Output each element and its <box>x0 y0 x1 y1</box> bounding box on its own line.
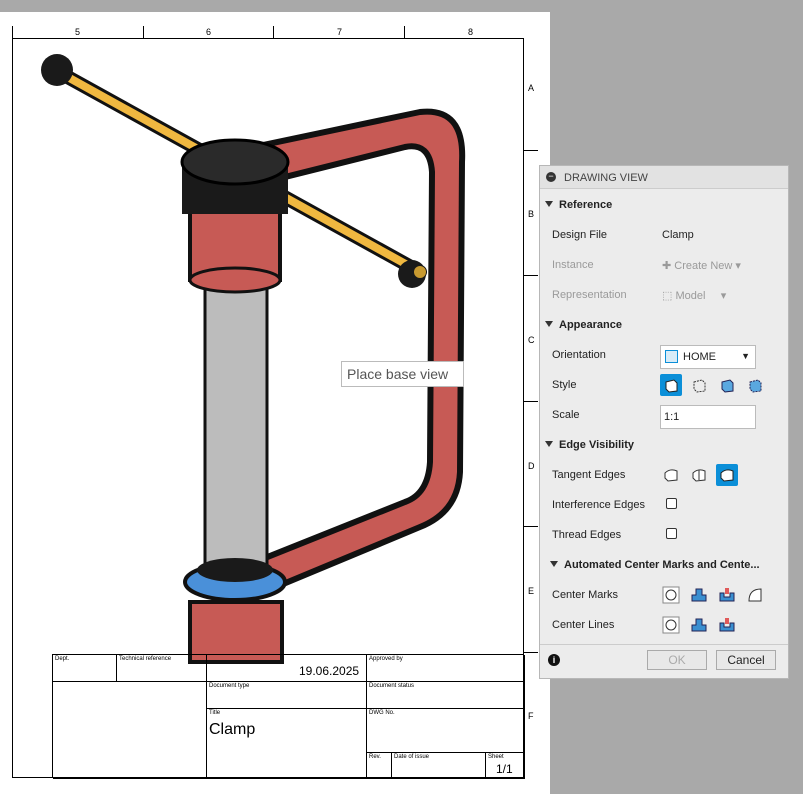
place-view-tooltip: Place base view <box>341 361 464 387</box>
orientation-dropdown[interactable]: HOME ▼ <box>660 345 756 369</box>
thread-edges-label: Thread Edges <box>552 529 622 541</box>
collapse-triangle-icon <box>545 201 553 207</box>
section-reference-label: Reference <box>559 199 613 211</box>
collapse-icon[interactable]: − <box>546 172 556 182</box>
section-edge-visibility[interactable]: Edge Visibility <box>540 430 788 460</box>
interference-edges-row: Interference Edges <box>540 490 788 520</box>
hidden-edges-style-icon[interactable] <box>688 374 710 396</box>
center-marks-label: Center Marks <box>552 589 619 601</box>
section-center-label: Automated Center Marks and Cente... <box>564 559 760 571</box>
center-mark-feature-icon[interactable] <box>688 584 710 606</box>
sheet-cell: Sheet 1/1 <box>486 753 525 779</box>
shaded-hidden-style-icon[interactable] <box>744 374 766 396</box>
tech-ref-label: Technical reference <box>119 656 172 662</box>
orientation-row: Orientation HOME ▼ <box>540 340 788 370</box>
style-label: Style <box>552 379 577 391</box>
dwg-cell: DWG No. <box>367 709 525 753</box>
home-view-icon <box>665 350 678 363</box>
center-line-feature-icon[interactable] <box>688 614 710 636</box>
collapse-triangle-icon <box>550 561 558 567</box>
center-mark-hole-icon[interactable] <box>716 584 738 606</box>
doc-status-cell: Document status <box>367 682 525 709</box>
title-block: Dept. Technical reference 19.06.2025 App… <box>52 654 525 779</box>
empty-cell <box>53 682 207 779</box>
date-issue-label: Date of issue <box>394 754 430 760</box>
design-file-row: Design File Clamp <box>540 220 788 250</box>
drawing-view-panel[interactable]: − DRAWING VIEW Reference Design File Cla… <box>539 165 789 679</box>
center-line-circle-icon[interactable] <box>660 614 682 636</box>
doc-status-label: Document status <box>369 683 415 689</box>
section-edge-label: Edge Visibility <box>559 439 634 451</box>
info-icon[interactable]: i <box>548 654 560 666</box>
representation-label: Representation <box>552 289 627 301</box>
section-appearance-label: Appearance <box>559 319 622 331</box>
dwg-label: DWG No. <box>369 710 395 716</box>
title-label: Title <box>209 710 221 716</box>
instance-value: Create New <box>674 260 733 272</box>
sheet-label: Sheet <box>488 754 504 760</box>
date-value: 19.06.2025 <box>299 664 360 678</box>
shaded-style-icon[interactable] <box>716 374 738 396</box>
approved-label: Approved by <box>369 656 403 662</box>
sheet-value: 1/1 <box>496 762 513 776</box>
center-mark-circle-icon[interactable] <box>660 584 682 606</box>
scale-label: Scale <box>552 409 580 421</box>
scale-row: Scale 1:1 <box>540 400 788 430</box>
center-mark-arc-icon[interactable] <box>744 584 766 606</box>
section-appearance[interactable]: Appearance <box>540 310 788 340</box>
instance-label: Instance <box>552 259 594 271</box>
thread-edges-row: Thread Edges <box>540 520 788 550</box>
representation-value: Model <box>675 290 706 302</box>
date-issue-cell: Date of issue <box>392 753 486 779</box>
center-lines-row: Center Lines <box>540 610 788 640</box>
title-value: Clamp <box>209 721 256 738</box>
tangent-edges-row: Tangent Edges <box>540 460 788 490</box>
rev-label: Rev. <box>369 754 381 760</box>
section-reference[interactable]: Reference <box>540 190 788 220</box>
center-marks-row: Center Marks <box>540 580 788 610</box>
interference-edges-label: Interference Edges <box>552 499 645 511</box>
doc-type-label: Document type <box>209 683 250 689</box>
ok-button[interactable]: OK <box>647 650 707 670</box>
style-row: Style <box>540 370 788 400</box>
divider <box>540 644 788 645</box>
representation-row: Representation ⬚ Model ▾ <box>540 280 788 310</box>
thread-edges-checkbox[interactable] <box>666 528 677 539</box>
panel-title: DRAWING VIEW <box>564 172 648 184</box>
design-file-label: Design File <box>552 229 608 241</box>
cancel-button[interactable]: Cancel <box>716 650 776 670</box>
drawing-sheet[interactable]: 5 6 7 8 5 6 7 8 A B C D E F <box>0 12 550 794</box>
instance-dropdown[interactable]: ✚ Create New ▾ <box>662 259 741 272</box>
representation-dropdown[interactable]: ⬚ Model ▾ <box>662 289 726 302</box>
panel-header[interactable]: − DRAWING VIEW <box>540 166 788 189</box>
orientation-label: Orientation <box>552 349 606 361</box>
section-center-marks[interactable]: Automated Center Marks and Cente... <box>540 550 788 580</box>
dept-label: Dept. <box>55 656 70 662</box>
center-line-hole-icon[interactable] <box>716 614 738 636</box>
visible-edges-style-icon[interactable] <box>660 374 682 396</box>
title-cell: Title Clamp <box>207 709 367 779</box>
approved-cell: Approved by <box>367 655 525 682</box>
collapse-triangle-icon <box>545 441 553 447</box>
interference-edges-checkbox[interactable] <box>666 498 677 509</box>
orientation-value: HOME <box>683 351 716 363</box>
scale-input[interactable]: 1:1 <box>660 405 756 429</box>
scale-value: 1:1 <box>664 411 680 423</box>
chevron-down-icon: ▼ <box>741 351 750 361</box>
tangent-off-icon[interactable] <box>660 464 682 486</box>
tangent-edges-label: Tangent Edges <box>552 469 626 481</box>
instance-row: Instance ✚ Create New ▾ <box>540 250 788 280</box>
rev-cell: Rev. <box>367 753 392 779</box>
tangent-full-icon[interactable] <box>716 464 738 486</box>
tech-ref-cell: Technical reference <box>117 655 207 682</box>
created-cell: 19.06.2025 <box>207 655 367 682</box>
dept-cell: Dept. <box>53 655 117 682</box>
center-lines-label: Center Lines <box>552 619 615 631</box>
doc-type-cell: Document type <box>207 682 367 709</box>
tangent-partial-icon[interactable] <box>688 464 710 486</box>
design-file-value: Clamp <box>662 229 694 241</box>
collapse-triangle-icon <box>545 321 553 327</box>
